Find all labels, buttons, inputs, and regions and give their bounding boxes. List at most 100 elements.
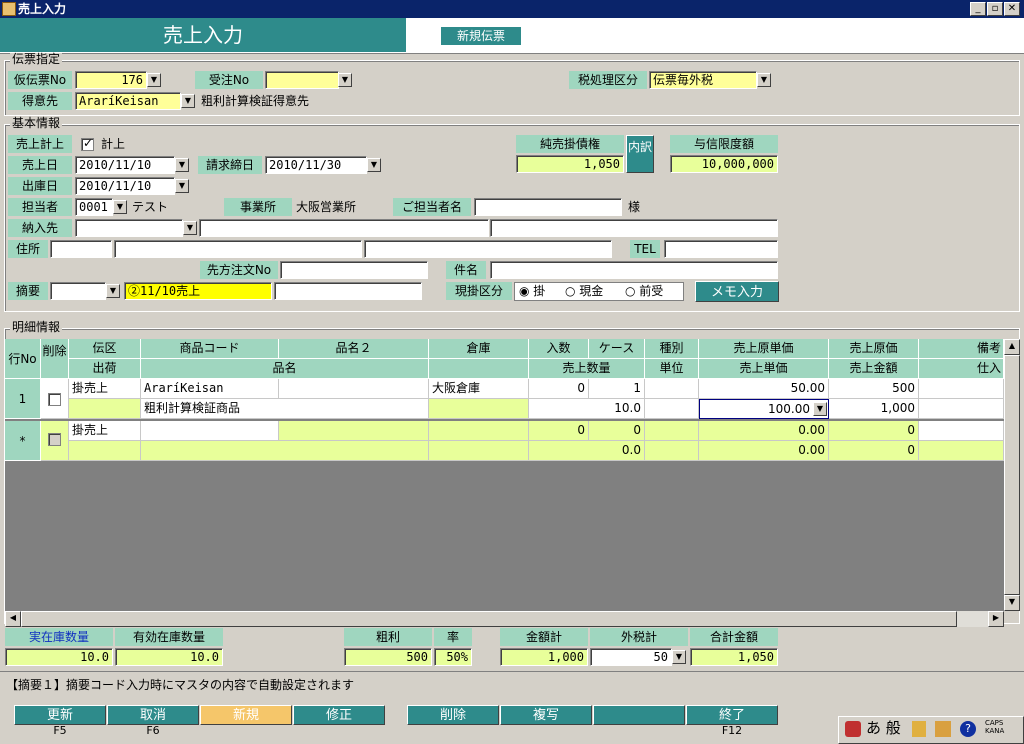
cell-cost[interactable]: 0 — [829, 421, 919, 441]
ship-date-dropdown-icon[interactable]: ▼ — [175, 179, 189, 193]
address2-field[interactable] — [364, 240, 612, 258]
ime-dict-icon[interactable] — [935, 721, 951, 737]
memo-code-field[interactable] — [50, 282, 106, 300]
fkey-new-button[interactable]: 新規 — [200, 705, 292, 725]
sales-date-dropdown-icon[interactable]: ▼ — [175, 158, 189, 172]
cell-purchase[interactable] — [919, 399, 1004, 419]
fkey-edit-button[interactable]: 修正 — [293, 705, 385, 725]
memo2-field[interactable] — [274, 282, 422, 300]
memo-input-button[interactable]: メモ入力 — [695, 281, 779, 302]
cell-type[interactable]: 掛売上 — [69, 379, 141, 399]
scroll-right-icon[interactable]: ▶ — [988, 611, 1004, 627]
horizontal-scrollbar[interactable]: ◀ ▶ — [5, 611, 1004, 627]
delivery-name2-field[interactable] — [490, 219, 778, 237]
radio-kake[interactable]: ◉ 掛 — [519, 283, 545, 300]
ime-mode[interactable]: あ 般 — [866, 719, 901, 737]
staff-dropdown-icon[interactable]: ▼ — [113, 200, 127, 214]
cell-case[interactable]: 0 — [589, 421, 645, 441]
help-icon[interactable]: ? — [960, 721, 976, 737]
cell-per[interactable]: 0 — [529, 421, 589, 441]
fkey-exit-button[interactable]: 終了 — [686, 705, 778, 725]
cell-item[interactable] — [141, 441, 429, 461]
cell-item[interactable]: 粗利計算検証商品 — [141, 399, 429, 419]
tax-total-field[interactable]: 50 — [590, 648, 672, 666]
ime-pad-icon[interactable] — [912, 721, 926, 737]
fkey-blank-button[interactable] — [593, 705, 685, 725]
cell-qty[interactable]: 0.0 — [529, 441, 645, 461]
address1-field[interactable] — [114, 240, 362, 258]
price-dropdown-icon[interactable]: ▼ — [813, 402, 827, 416]
fkey-delete-button[interactable]: 削除 — [407, 705, 499, 725]
ime-app-icon[interactable] — [845, 721, 861, 737]
cell-warehouse[interactable]: 大阪倉庫 — [429, 379, 529, 399]
cell-qty[interactable]: 10.0 — [529, 399, 645, 419]
order-no-dropdown-icon[interactable]: ▼ — [338, 73, 352, 87]
temp-no-dropdown-icon[interactable]: ▼ — [147, 73, 161, 87]
order-no-field[interactable] — [265, 71, 339, 89]
radio-maeuke[interactable]: ○ 前受 — [625, 283, 663, 300]
memo-dropdown-icon[interactable]: ▼ — [106, 284, 120, 298]
cell-cost[interactable]: 500 — [829, 379, 919, 399]
scroll-down-icon[interactable]: ▼ — [1004, 595, 1020, 611]
delivery-code-field[interactable] — [75, 219, 183, 237]
staff-code-field[interactable]: 0001 — [75, 198, 113, 216]
tax-total-dropdown-icon[interactable]: ▼ — [672, 650, 686, 664]
vertical-scroll-thumb[interactable] — [1004, 355, 1020, 595]
scroll-up-icon[interactable]: ▲ — [1004, 339, 1020, 355]
cell-remarks[interactable] — [919, 379, 1004, 399]
temp-no-field[interactable]: 176 — [75, 71, 147, 89]
subject-field[interactable] — [490, 261, 778, 279]
table-row[interactable]: 1 掛売上 AraríKeisan 大阪倉庫 0 1 50.00 500 粗利計… — [5, 379, 1004, 419]
cell-case[interactable]: 1 — [589, 379, 645, 399]
cell-kind[interactable] — [645, 379, 699, 399]
billing-date-field[interactable]: 2010/11/30 — [265, 156, 367, 174]
cell-code[interactable] — [141, 421, 279, 441]
radio-genkin[interactable]: ○ 現金 — [565, 283, 603, 300]
cell-type[interactable]: 掛売上 — [69, 421, 141, 441]
cell-price[interactable]: 0.00 — [699, 441, 829, 461]
cell-purchase[interactable] — [919, 441, 1004, 461]
customer-dropdown-icon[interactable]: ▼ — [181, 94, 195, 108]
delivery-name-field[interactable] — [199, 219, 489, 237]
table-row[interactable]: * 掛売上 0 0 0.00 0 0.0 0.00 0 — [5, 421, 1004, 461]
delivery-dropdown-icon[interactable]: ▼ — [183, 221, 197, 235]
zip-field[interactable] — [50, 240, 112, 258]
contact-field[interactable] — [474, 198, 622, 216]
customer-code-field[interactable]: AraríKeisan — [75, 92, 181, 110]
sales-post-checkbox[interactable]: ✓ — [81, 136, 94, 151]
delete-checkbox[interactable] — [48, 393, 61, 406]
cell-cost-unit[interactable]: 0.00 — [699, 421, 829, 441]
fkey-cancel-button[interactable]: 取消 — [107, 705, 199, 725]
scroll-left-icon[interactable]: ◀ — [5, 611, 21, 627]
memo-field[interactable]: ②11/10売上 — [124, 282, 272, 300]
cell-ship[interactable] — [69, 399, 141, 419]
cell-warehouse[interactable] — [429, 421, 529, 441]
cell-name2[interactable] — [279, 379, 429, 399]
ship-date-field[interactable]: 2010/11/10 — [75, 177, 175, 195]
tax-field[interactable]: 伝票毎外税 — [649, 71, 757, 89]
minimize-button[interactable]: _ — [970, 2, 986, 16]
cell-unit[interactable] — [645, 441, 699, 461]
close-button[interactable]: ✕ — [1004, 2, 1020, 16]
cell-price[interactable]: 100.00 — [699, 399, 829, 419]
sales-date-field[interactable]: 2010/11/10 — [75, 156, 175, 174]
tel-field[interactable] — [664, 240, 778, 258]
billing-date-dropdown-icon[interactable]: ▼ — [367, 158, 381, 172]
delete-checkbox[interactable] — [48, 433, 61, 446]
tax-dropdown-icon[interactable]: ▼ — [757, 73, 771, 87]
ar-breakdown-button[interactable]: 内訳 — [626, 135, 654, 173]
cell-remarks[interactable] — [919, 421, 1004, 441]
cell-amount[interactable]: 0 — [829, 441, 919, 461]
cell-unit[interactable] — [645, 399, 699, 419]
vertical-scrollbar[interactable]: ▲ ▼ — [1004, 339, 1020, 611]
fkey-copy-button[interactable]: 複写 — [500, 705, 592, 725]
cell-name2[interactable] — [279, 421, 429, 441]
cell-kind[interactable] — [645, 421, 699, 441]
fkey-update-button[interactable]: 更新 — [14, 705, 106, 725]
cell-ship[interactable] — [69, 441, 141, 461]
cell-amount[interactable]: 1,000 — [829, 399, 919, 419]
client-order-field[interactable] — [280, 261, 428, 279]
horizontal-scroll-thumb[interactable] — [21, 611, 957, 627]
cell-code[interactable]: AraríKeisan — [141, 379, 279, 399]
maximize-button[interactable]: ▫ — [987, 2, 1003, 16]
